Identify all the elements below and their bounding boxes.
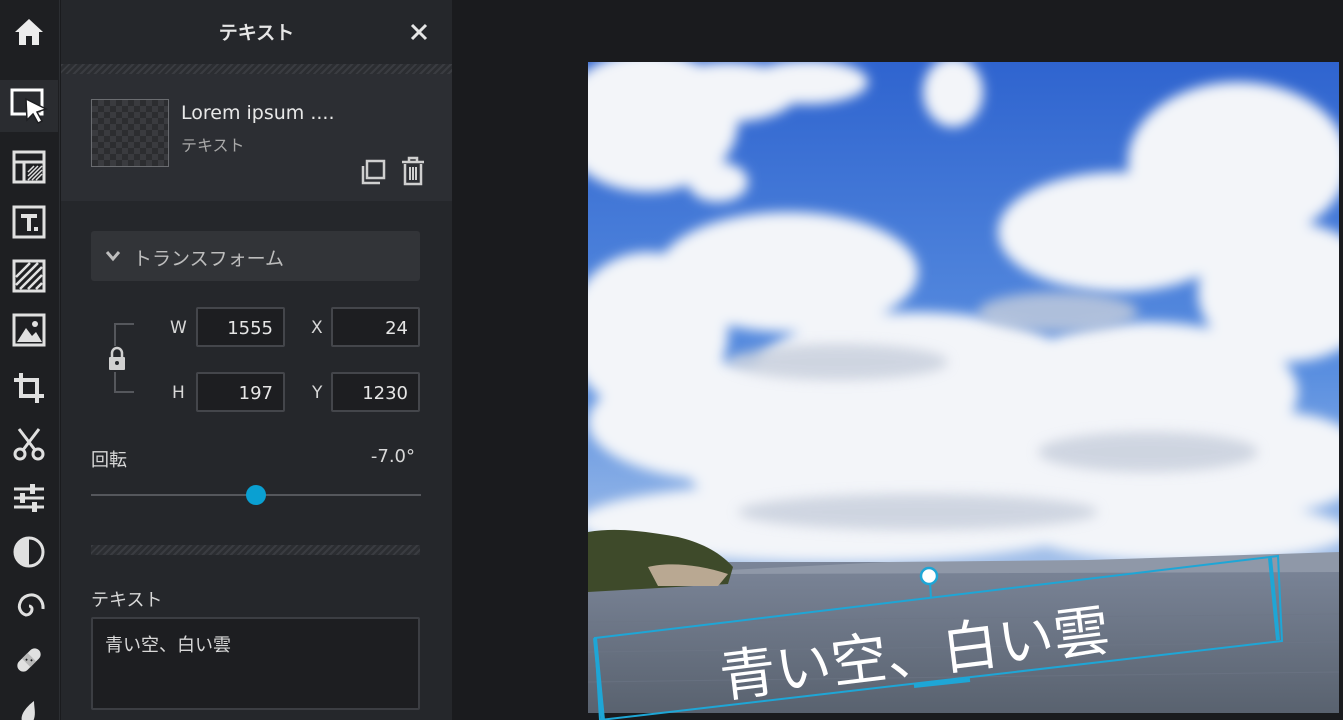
close-panel-button[interactable] bbox=[405, 18, 433, 46]
texture-icon bbox=[12, 259, 46, 293]
y-input[interactable]: 1230 bbox=[331, 372, 420, 412]
bandage-icon bbox=[17, 648, 41, 672]
rotation-value: -7.0° bbox=[370, 446, 415, 467]
heal-tool-button[interactable] bbox=[0, 634, 58, 686]
lock-icon bbox=[109, 346, 125, 370]
text-content-input[interactable]: 青い空、白い雲 bbox=[91, 617, 420, 710]
canvas-area[interactable]: 青い空、白い雲 bbox=[452, 0, 1343, 720]
delete-layer-button[interactable] bbox=[399, 156, 427, 186]
image-tool-button[interactable] bbox=[0, 304, 58, 356]
spiral-icon bbox=[17, 593, 45, 617]
divider bbox=[61, 64, 452, 74]
transform-section-toggle[interactable]: トランスフォーム bbox=[91, 231, 420, 281]
image-icon bbox=[12, 313, 46, 347]
divider bbox=[91, 545, 420, 555]
panel-title: テキスト bbox=[218, 22, 295, 44]
rotation-label: 回転 bbox=[91, 450, 127, 471]
layer-thumbnail bbox=[91, 99, 169, 167]
trash-icon bbox=[402, 156, 424, 186]
x-input[interactable]: 24 bbox=[331, 307, 420, 347]
effects-tool-button[interactable] bbox=[0, 526, 58, 578]
aspect-lock-toggle[interactable] bbox=[106, 346, 128, 372]
distort-tool-button[interactable] bbox=[0, 580, 58, 632]
contrast-icon bbox=[13, 536, 45, 568]
app-window: テキスト Lorem ipsum .... テキスト トランスフォーム W 15… bbox=[0, 0, 1343, 720]
rotation-slider-handle[interactable] bbox=[246, 485, 266, 505]
drop-icon bbox=[21, 701, 35, 720]
width-label: W bbox=[170, 318, 187, 338]
crop-icon bbox=[14, 373, 44, 403]
tool-rail bbox=[0, 0, 60, 720]
panel-header: テキスト bbox=[61, 0, 452, 64]
layout-template-icon bbox=[12, 150, 46, 184]
width-input[interactable]: 1555 bbox=[196, 307, 285, 347]
layer-card[interactable]: Lorem ipsum .... テキスト bbox=[61, 74, 452, 201]
crop-tool-button[interactable] bbox=[0, 362, 58, 414]
scissors-icon bbox=[13, 428, 45, 461]
height-input[interactable]: 197 bbox=[196, 372, 285, 412]
height-label: H bbox=[172, 383, 185, 403]
chevron-down-icon bbox=[105, 251, 121, 262]
adjust-tool-button[interactable] bbox=[0, 472, 58, 524]
text-section-label: テキスト bbox=[91, 590, 163, 611]
layer-name: Lorem ipsum .... bbox=[181, 102, 335, 124]
transform-label: トランスフォーム bbox=[133, 248, 285, 270]
sliders-icon bbox=[14, 484, 44, 512]
y-label: Y bbox=[312, 383, 323, 403]
select-arrow-icon bbox=[10, 88, 48, 124]
home-icon bbox=[15, 19, 43, 45]
canvas-photo bbox=[588, 62, 1339, 713]
layout-tool-button[interactable] bbox=[0, 141, 58, 193]
x-label: X bbox=[311, 318, 323, 338]
texture-tool-button[interactable] bbox=[0, 250, 58, 302]
cut-tool-button[interactable] bbox=[0, 418, 58, 470]
home-button[interactable] bbox=[0, 6, 58, 58]
text-tool-icon bbox=[12, 205, 46, 239]
layer-type: テキスト bbox=[181, 136, 245, 155]
text-tool-button[interactable] bbox=[0, 196, 58, 248]
draw-tool-button[interactable] bbox=[0, 688, 58, 720]
duplicate-icon bbox=[361, 159, 386, 185]
select-tool-button[interactable] bbox=[0, 80, 58, 132]
properties-panel: テキスト Lorem ipsum .... テキスト トランスフォーム W 15… bbox=[61, 0, 452, 720]
close-icon bbox=[410, 23, 428, 41]
duplicate-layer-button[interactable] bbox=[359, 158, 387, 186]
